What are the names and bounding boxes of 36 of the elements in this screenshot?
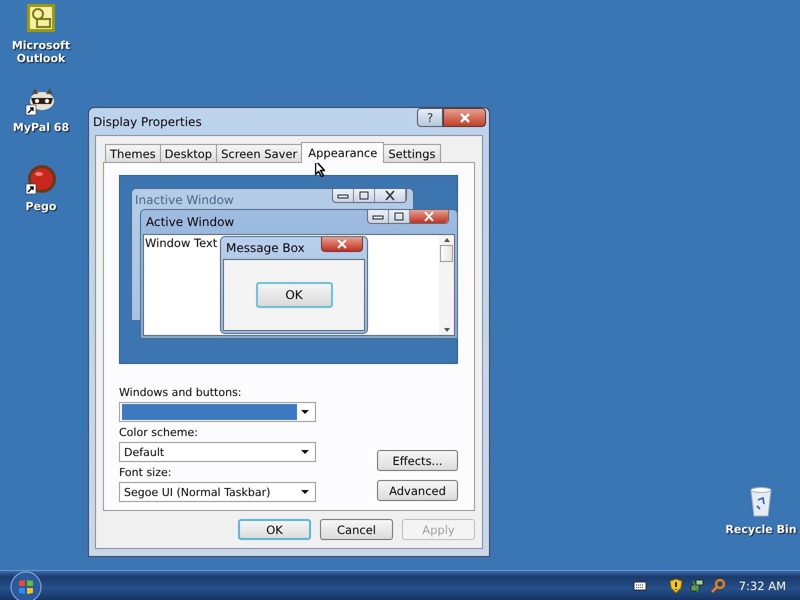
dropdown[interactable]: Default: [119, 442, 316, 462]
keyboard-icon[interactable]: [632, 580, 647, 592]
window-title: Message Box: [226, 241, 305, 255]
field-label: Windows and buttons:: [119, 386, 243, 399]
network-icon[interactable]: [688, 578, 705, 594]
tab[interactable]: Appearance: [301, 142, 384, 163]
tab[interactable]: Desktop: [160, 144, 218, 162]
icon-label[interactable]: Microsoft Outlook: [11, 39, 71, 65]
dialog-button[interactable]: Effects...: [377, 450, 458, 471]
icon-label[interactable]: Recycle Bin: [722, 523, 800, 536]
clock[interactable]: 7:32 AM: [738, 578, 786, 592]
ok-button[interactable]: OK: [256, 282, 332, 308]
close-button[interactable]: [443, 108, 486, 127]
dialog-button[interactable]: Cancel: [320, 519, 393, 540]
field-label: Color scheme:: [119, 426, 199, 439]
window-title: Display Properties: [93, 114, 202, 128]
close-icon: [458, 112, 472, 122]
ball-icon[interactable]: [25, 163, 57, 195]
window-text: Window Text: [144, 235, 218, 250]
tab[interactable]: Settings: [383, 144, 440, 162]
shield-icon[interactable]: [668, 578, 684, 594]
close-icon: [321, 237, 363, 252]
tab[interactable]: Screen Saver: [216, 144, 302, 162]
field-label: Font size:: [119, 466, 172, 479]
window-title: Active Window: [146, 215, 234, 229]
dialog-button[interactable]: OK: [238, 519, 311, 540]
window-title: Inactive Window: [135, 193, 234, 207]
help-button[interactable]: ?: [417, 108, 443, 127]
tab[interactable]: Themes: [105, 144, 161, 162]
search-icon[interactable]: [710, 578, 726, 594]
dropdown[interactable]: Segoe UI (Normal Taskbar): [119, 482, 316, 502]
icon-label[interactable]: MyPal 68: [11, 121, 71, 134]
start-orb-icon[interactable]: [10, 570, 42, 600]
dialog-button[interactable]: Advanced: [377, 480, 458, 501]
dropdown[interactable]: [119, 402, 316, 422]
icon-label[interactable]: Pego: [11, 200, 71, 213]
